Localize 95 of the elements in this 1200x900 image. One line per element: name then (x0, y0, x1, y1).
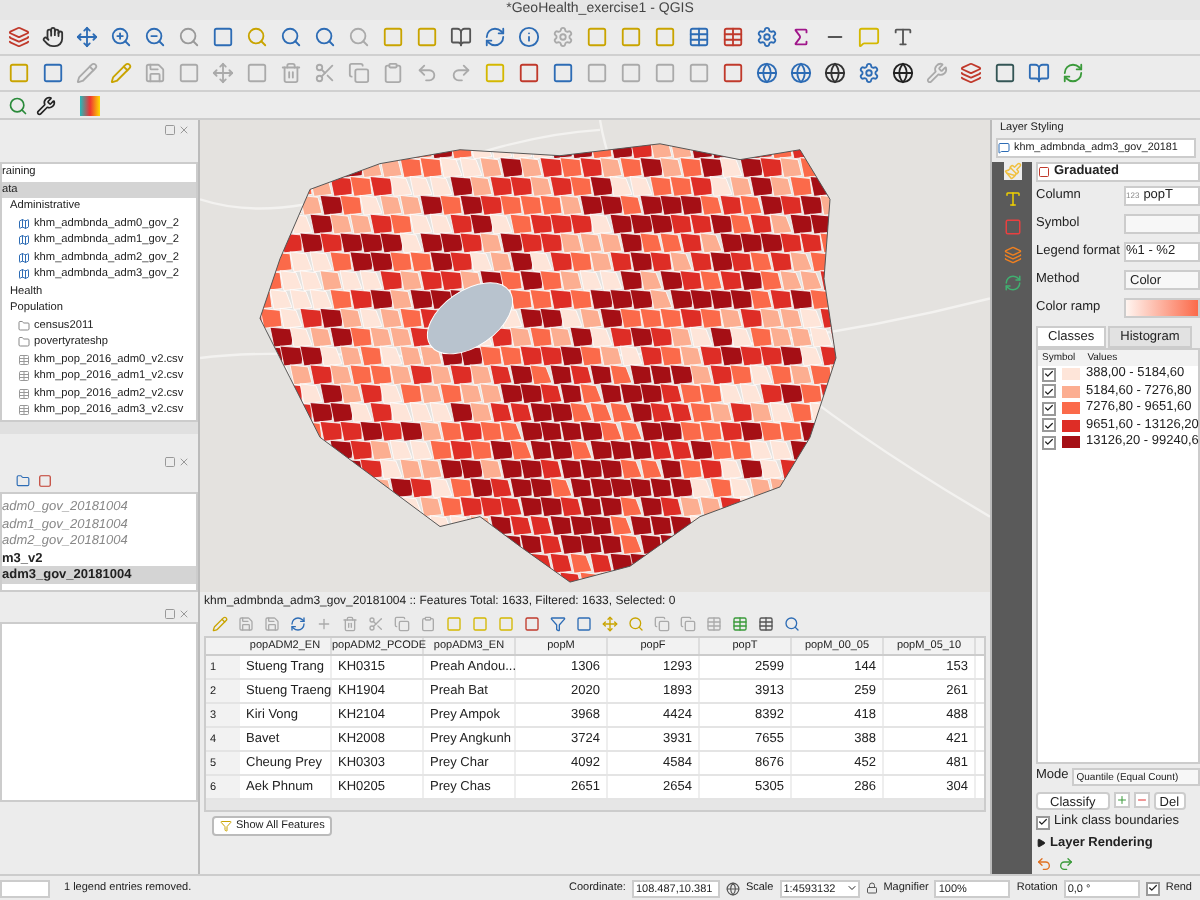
color-swatch[interactable] (1062, 385, 1080, 398)
folder-icon (18, 336, 30, 349)
float-icon[interactable] (164, 123, 176, 135)
color-swatch[interactable] (1062, 402, 1080, 415)
tools-icon[interactable] (36, 95, 56, 115)
color-ramp[interactable] (1124, 298, 1200, 318)
table-icon (18, 370, 30, 383)
save-icon[interactable] (264, 616, 280, 632)
copy-icon[interactable] (348, 62, 370, 84)
pencil-icon[interactable] (212, 616, 228, 632)
horizontal-scrollbar[interactable] (206, 800, 984, 810)
layers-icon[interactable] (8, 26, 30, 48)
close-icon[interactable] (178, 607, 190, 619)
polygon-layer-icon (18, 251, 30, 264)
save-icon[interactable] (144, 62, 166, 84)
scissors-icon[interactable] (314, 62, 336, 84)
undo-icon[interactable] (1036, 856, 1052, 872)
wrench-icon[interactable] (926, 62, 948, 84)
globe-icon[interactable] (824, 62, 846, 84)
text-icon[interactable] (892, 26, 914, 48)
tip-icon[interactable] (858, 26, 880, 48)
identify-icon[interactable] (518, 26, 540, 48)
book-icon[interactable] (1028, 62, 1050, 84)
layers-icon[interactable] (960, 62, 982, 84)
class-checkbox[interactable] (1042, 367, 1056, 382)
polygon-layer-icon (18, 217, 30, 230)
float-icon[interactable] (164, 455, 176, 467)
group-icon[interactable] (16, 474, 30, 488)
save-icon[interactable] (238, 616, 254, 632)
search-icon[interactable] (178, 26, 200, 48)
trash-icon[interactable] (280, 62, 302, 84)
refresh-icon[interactable] (484, 26, 506, 48)
locator-field[interactable] (0, 879, 50, 897)
zoom-icon[interactable] (628, 616, 644, 632)
color-swatch[interactable] (1062, 419, 1080, 432)
pencil-icon[interactable] (76, 62, 98, 84)
class-checkbox[interactable] (1042, 435, 1056, 450)
move-icon[interactable] (76, 26, 98, 48)
zoom-in-icon[interactable] (110, 26, 132, 48)
sigma-icon[interactable] (790, 26, 812, 48)
search-icon[interactable] (8, 95, 28, 115)
polygon-layer-icon (18, 268, 30, 281)
filter-icon[interactable] (550, 616, 566, 632)
copy-icon[interactable] (394, 616, 410, 632)
folder-icon (18, 319, 30, 332)
search-icon[interactable] (784, 616, 800, 632)
color-swatch[interactable] (1062, 436, 1080, 449)
close-icon[interactable] (178, 455, 190, 467)
add-icon[interactable] (316, 616, 332, 632)
remove-icon[interactable] (1133, 792, 1150, 808)
paintbrush-icon[interactable] (1003, 162, 1021, 180)
refresh-icon[interactable] (290, 616, 306, 632)
table-icon[interactable] (688, 26, 710, 48)
clipboard-icon[interactable] (382, 62, 404, 84)
filter-icon (220, 820, 232, 832)
class-checkbox[interactable] (1042, 384, 1056, 399)
dropdown-icon (845, 881, 858, 893)
symbol-button[interactable] (1124, 214, 1200, 234)
zoom-out-icon[interactable] (144, 26, 166, 48)
link-checkbox[interactable] (1036, 815, 1050, 829)
lock-icon[interactable] (865, 882, 878, 894)
gear-icon[interactable] (552, 26, 574, 48)
class-checkbox[interactable] (1042, 418, 1056, 433)
pencil-icon[interactable] (110, 62, 132, 84)
search-icon[interactable] (348, 26, 370, 48)
table-icon[interactable] (722, 26, 744, 48)
add-icon[interactable] (1113, 792, 1130, 808)
search-icon[interactable] (314, 26, 336, 48)
horizontal-scrollbar[interactable] (0, 422, 198, 434)
undo-icon[interactable] (416, 62, 438, 84)
clipboard-icon[interactable] (420, 616, 436, 632)
copy-icon[interactable] (680, 616, 696, 632)
choropleth-map-drawing[interactable] (200, 120, 990, 592)
table-icon (18, 387, 30, 400)
class-checkbox[interactable] (1042, 401, 1056, 416)
redo-icon[interactable] (1058, 856, 1074, 872)
table-icon (18, 353, 30, 366)
trash-icon[interactable] (342, 616, 358, 632)
move-icon[interactable] (212, 62, 234, 84)
polygon-layer-icon (18, 234, 30, 247)
globe-icon[interactable] (892, 62, 914, 84)
scissors-icon[interactable] (368, 616, 384, 632)
gear-icon[interactable] (756, 26, 778, 48)
expand-arrow-icon[interactable] (1036, 838, 1046, 848)
table-icon (18, 404, 30, 417)
render-checkbox[interactable] (1145, 881, 1160, 895)
float-icon[interactable] (164, 607, 176, 619)
close-icon[interactable] (178, 123, 190, 135)
search-icon[interactable] (246, 26, 268, 48)
search-icon[interactable] (280, 26, 302, 48)
table-icon[interactable] (758, 616, 774, 632)
redo-icon[interactable] (450, 62, 472, 84)
color-swatch[interactable] (1062, 368, 1080, 381)
refresh-icon[interactable] (1062, 62, 1084, 84)
copy-icon[interactable] (654, 616, 670, 632)
